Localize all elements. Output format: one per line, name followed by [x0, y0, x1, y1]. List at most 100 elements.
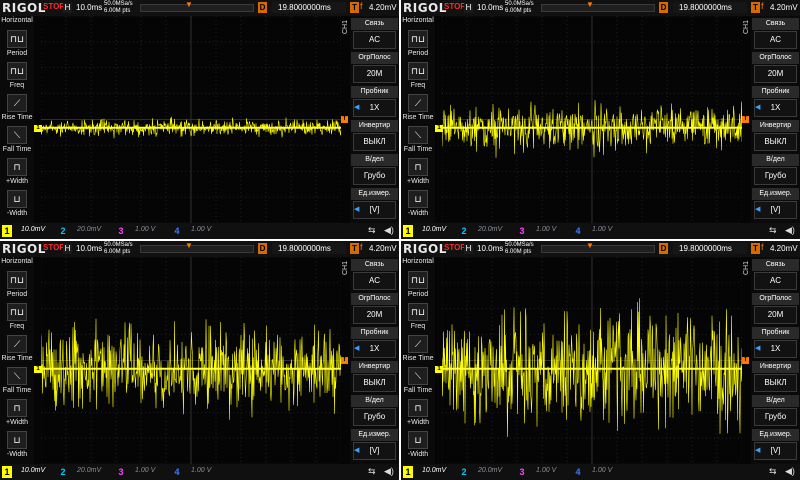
run-status[interactable]: STOP [43, 243, 65, 252]
channel-menu-item[interactable]: В/дел Грубо [351, 395, 398, 428]
channel-3-tag[interactable]: 3 [116, 466, 126, 478]
channel-3-tag[interactable]: 3 [517, 225, 527, 237]
delay-value[interactable]: 19.8000000ms [673, 2, 747, 13]
delay-value[interactable]: 19.8000000ms [272, 243, 346, 254]
channel-menu-item[interactable]: Пробник 1X ◀ [752, 86, 799, 119]
measure-rise-time[interactable]: ⟋ Rise Time [0, 94, 34, 124]
measure-period[interactable]: ⊓⊔ Period [401, 271, 435, 301]
trigger-level-value[interactable]: 4.20mV [770, 3, 798, 12]
channel-menu-item[interactable]: Ед.измер. [V] ◀ [752, 429, 799, 462]
menu-item-value[interactable]: AC [754, 31, 797, 49]
menu-item-value[interactable]: 1X [754, 99, 797, 117]
channel-3-tag[interactable]: 3 [517, 466, 527, 478]
trigger-level-marker[interactable]: T [341, 356, 348, 364]
menu-item-value[interactable]: ВЫКЛ [353, 374, 396, 392]
menu-item-value[interactable]: ВЫКЛ [754, 374, 797, 392]
channel-menu-item[interactable]: Пробник 1X ◀ [351, 327, 398, 360]
menu-item-value[interactable]: ВЫКЛ [353, 133, 396, 151]
channel-menu-item[interactable]: ОгрПолос 20M [752, 293, 799, 326]
measure-period[interactable]: ⊓⊔ Period [401, 30, 435, 60]
channel-menu-item[interactable]: Пробник 1X ◀ [351, 86, 398, 119]
menu-item-value[interactable]: AC [754, 272, 797, 290]
menu-item-value[interactable]: [V] [353, 442, 396, 460]
channel-menu-item[interactable]: ОгрПолос 20M [351, 293, 398, 326]
menu-item-value[interactable]: Грубо [754, 408, 797, 426]
channel-menu-item[interactable]: Связь AC [752, 259, 799, 292]
channel-menu-item[interactable]: Инвертир ВЫКЛ [752, 120, 799, 153]
menu-item-value[interactable]: 20M [353, 306, 396, 324]
speaker-icon[interactable]: ◀) [785, 225, 795, 236]
measure-fall-time[interactable]: ⟍ Fall Time [0, 367, 34, 397]
channel-2-tag[interactable]: 2 [58, 466, 68, 478]
menu-item-value[interactable]: 1X [353, 340, 396, 358]
menu-item-value[interactable]: Грубо [754, 167, 797, 185]
measure-negative-width[interactable]: ⊔ -Width [401, 431, 435, 461]
channel-1-tag[interactable]: 1 [2, 466, 12, 478]
menu-item-value[interactable]: 20M [754, 65, 797, 83]
channel-menu-item[interactable]: ОгрПолос 20M [351, 52, 398, 85]
run-status[interactable]: STOP [444, 243, 466, 252]
trigger-level-marker[interactable]: T [742, 115, 749, 123]
measure-fall-time[interactable]: ⟍ Fall Time [401, 367, 435, 397]
timebase-value[interactable]: 10.0ms [477, 244, 503, 253]
channel-menu-item[interactable]: Ед.измер. [V] ◀ [351, 188, 398, 221]
menu-item-value[interactable]: 20M [353, 65, 396, 83]
channel-2-tag[interactable]: 2 [459, 466, 469, 478]
run-status[interactable]: STOP [43, 2, 65, 11]
measure-freq[interactable]: ⊓⊔ Freq [401, 62, 435, 92]
ch1-offset-marker[interactable]: 1 [34, 124, 42, 132]
channel-menu-item[interactable]: В/дел Грубо [752, 154, 799, 187]
menu-item-value[interactable]: AC [353, 272, 396, 290]
channel-menu-item[interactable]: Связь AC [752, 18, 799, 51]
channel-menu-item[interactable]: Ед.измер. [V] ◀ [752, 188, 799, 221]
channel-4-tag[interactable]: 4 [172, 225, 182, 237]
menu-item-value[interactable]: ВЫКЛ [754, 133, 797, 151]
measure-fall-time[interactable]: ⟍ Fall Time [401, 126, 435, 156]
measure-negative-width[interactable]: ⊔ -Width [401, 190, 435, 220]
delay-value[interactable]: 19.8000000ms [673, 243, 747, 254]
channel-menu-item[interactable]: ОгрПолос 20M [752, 52, 799, 85]
menu-item-value[interactable]: [V] [353, 201, 396, 219]
speaker-icon[interactable]: ◀) [785, 466, 795, 477]
menu-item-value[interactable]: 1X [353, 99, 396, 117]
channel-1-tag[interactable]: 1 [2, 225, 12, 237]
channel-3-tag[interactable]: 3 [116, 225, 126, 237]
menu-item-value[interactable]: 1X [754, 340, 797, 358]
channel-2-tag[interactable]: 2 [459, 225, 469, 237]
timebase-value[interactable]: 10.0ms [76, 3, 102, 12]
channel-menu-item[interactable]: В/дел Грубо [351, 154, 398, 187]
channel-2-tag[interactable]: 2 [58, 225, 68, 237]
ch1-offset-marker[interactable]: 1 [435, 124, 443, 132]
measure-period[interactable]: ⊓⊔ Period [0, 271, 34, 301]
measure-positive-width[interactable]: ⊓ +Width [401, 158, 435, 188]
channel-4-tag[interactable]: 4 [573, 466, 583, 478]
measure-period[interactable]: ⊓⊔ Period [0, 30, 34, 60]
menu-item-value[interactable]: 20M [754, 306, 797, 324]
trigger-level-marker[interactable]: T [742, 356, 749, 364]
measure-freq[interactable]: ⊓⊔ Freq [0, 62, 34, 92]
measure-negative-width[interactable]: ⊔ -Width [0, 190, 34, 220]
channel-4-tag[interactable]: 4 [573, 225, 583, 237]
channel-menu-item[interactable]: Ед.измер. [V] ◀ [351, 429, 398, 462]
measure-freq[interactable]: ⊓⊔ Freq [0, 303, 34, 333]
measure-rise-time[interactable]: ⟋ Rise Time [0, 335, 34, 365]
menu-item-value[interactable]: [V] [754, 201, 797, 219]
ch1-offset-marker[interactable]: 1 [34, 365, 42, 373]
menu-item-value[interactable]: Грубо [353, 167, 396, 185]
channel-menu-item[interactable]: Связь AC [351, 259, 398, 292]
channel-1-tag[interactable]: 1 [403, 225, 413, 237]
measure-rise-time[interactable]: ⟋ Rise Time [401, 335, 435, 365]
channel-menu-item[interactable]: Связь AC [351, 18, 398, 51]
menu-item-value[interactable]: [V] [754, 442, 797, 460]
channel-4-tag[interactable]: 4 [172, 466, 182, 478]
channel-menu-item[interactable]: Пробник 1X ◀ [752, 327, 799, 360]
ch1-offset-marker[interactable]: 1 [435, 365, 443, 373]
menu-item-value[interactable]: AC [353, 31, 396, 49]
channel-menu-item[interactable]: Инвертир ВЫКЛ [752, 361, 799, 394]
measure-positive-width[interactable]: ⊓ +Width [0, 158, 34, 188]
channel-1-tag[interactable]: 1 [403, 466, 413, 478]
measure-negative-width[interactable]: ⊔ -Width [0, 431, 34, 461]
trigger-level-marker[interactable]: T [341, 115, 348, 123]
speaker-icon[interactable]: ◀) [384, 225, 394, 236]
timebase-value[interactable]: 10.0ms [477, 3, 503, 12]
